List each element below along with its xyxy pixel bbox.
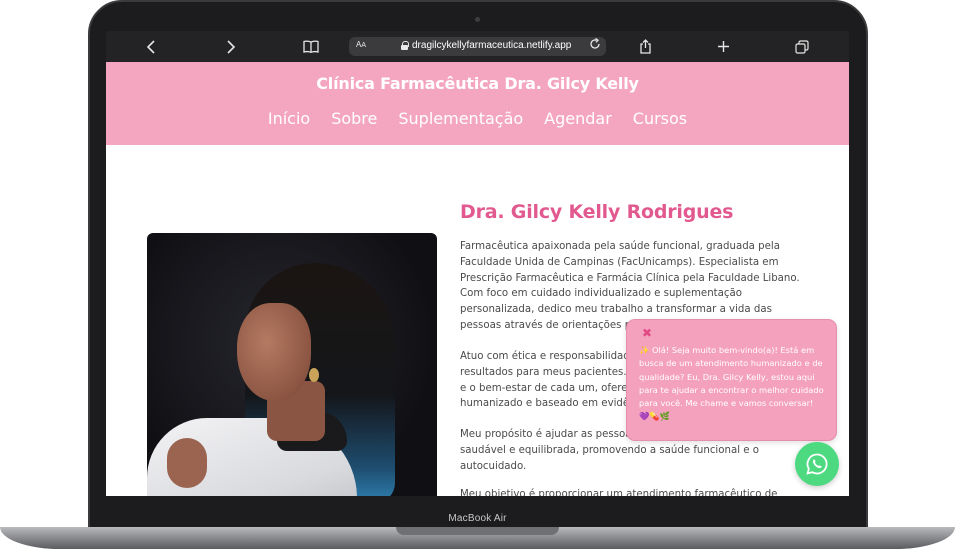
laptop-mockup: AA dragilcykellyfarmaceutica.netlify.app [0, 0, 955, 549]
nav-cursos[interactable]: Cursos [633, 109, 687, 128]
doctor-name-heading: Dra. Gilcy Kelly Rodrigues [460, 201, 734, 223]
welcome-chat-popup: ✖ ✨ Olá! Seja muito bem-vindo(a)! Está e… [626, 319, 837, 441]
nav-agendar[interactable]: Agendar [544, 109, 612, 128]
whatsapp-icon [806, 453, 828, 475]
address-bar[interactable]: AA dragilcykellyfarmaceutica.netlify.app [349, 37, 606, 56]
camera [475, 17, 480, 22]
site-header: Clínica Farmacêutica Dra. Gilcy Kelly In… [106, 62, 849, 145]
photo-hand [167, 438, 207, 488]
popup-message: ✨ Olá! Seja muito bem-vindo(a)! Está em … [639, 345, 824, 422]
lock-icon [401, 41, 409, 50]
main-nav: Início Sobre Suplementação Agendar Curso… [106, 109, 849, 128]
forward-icon[interactable] [216, 31, 246, 62]
nav-sobre[interactable]: Sobre [331, 109, 377, 128]
nav-suplementacao[interactable]: Suplementação [398, 109, 523, 128]
photo-face [237, 303, 311, 401]
profile-photo [147, 233, 437, 496]
screen: AA dragilcykellyfarmaceutica.netlify.app [106, 31, 849, 496]
browser-toolbar: AA dragilcykellyfarmaceutica.netlify.app [106, 31, 849, 62]
whatsapp-button[interactable] [795, 442, 839, 486]
reload-icon[interactable] [589, 37, 601, 53]
url-text: dragilcykellyfarmaceutica.netlify.app [412, 40, 572, 51]
laptop-notch [396, 527, 559, 535]
photo-earring [309, 368, 319, 382]
text-size-button[interactable]: AA [356, 40, 366, 49]
bookmarks-icon[interactable] [296, 31, 326, 62]
tabs-overview-icon[interactable] [787, 31, 817, 62]
back-icon[interactable] [136, 31, 166, 62]
about-paragraph-4: Meu objetivo é proporcionar um atendimen… [460, 489, 778, 496]
new-tab-icon[interactable] [708, 31, 738, 62]
site-title: Clínica Farmacêutica Dra. Gilcy Kelly [316, 74, 639, 93]
share-icon[interactable] [630, 31, 660, 62]
device-label: MacBook Air [448, 513, 507, 524]
close-icon[interactable]: ✖ [642, 326, 652, 340]
nav-inicio[interactable]: Início [268, 109, 310, 128]
